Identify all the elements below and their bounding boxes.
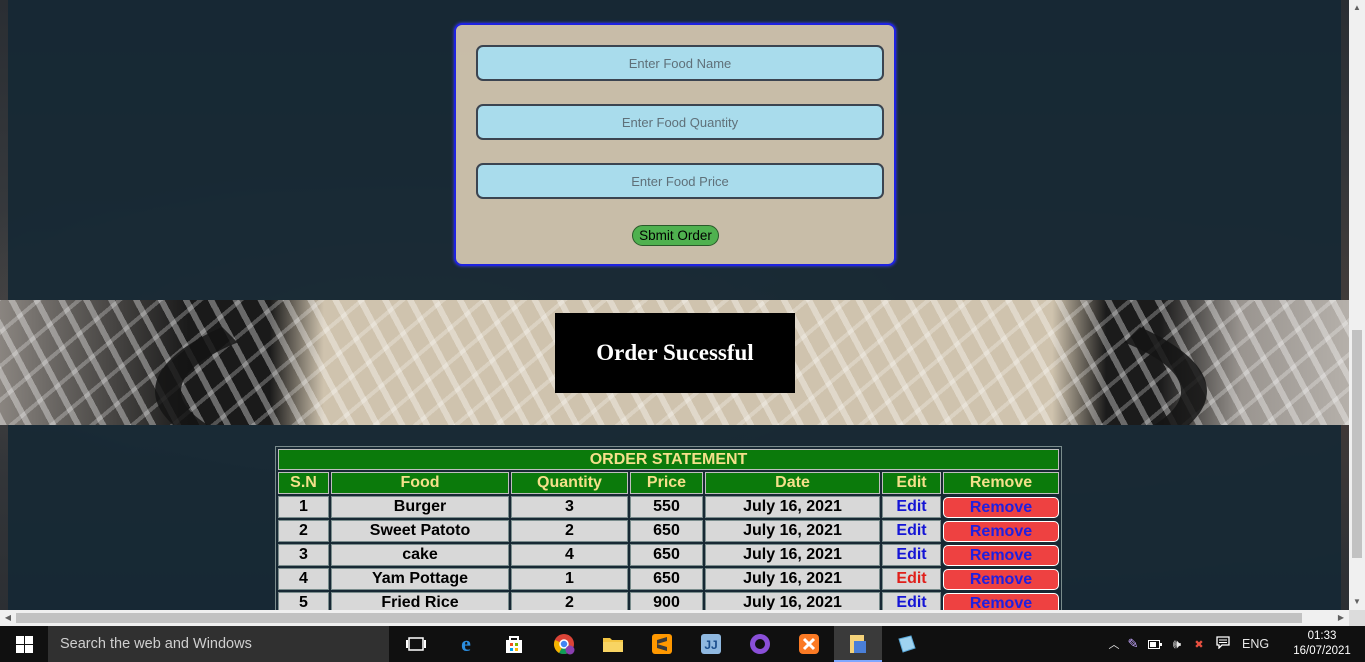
file-explorer-icon[interactable] (601, 632, 625, 656)
edit-link[interactable]: Edit (882, 544, 941, 566)
cell-food: Sweet Patoto (331, 520, 509, 542)
edge-icon[interactable]: e (454, 631, 478, 656)
vertical-scrollbar[interactable]: ▲ ▼ (1349, 0, 1365, 610)
action-center-icon[interactable] (1210, 636, 1236, 652)
edit-link[interactable]: Edit (882, 496, 941, 518)
order-form: Sbmit Order (454, 23, 896, 266)
cell-sn: 1 (278, 496, 329, 518)
cell-date: July 16, 2021 (705, 544, 880, 566)
cell-date: July 16, 2021 (705, 592, 880, 610)
remove-button[interactable]: Remove (943, 496, 1059, 518)
vertical-scroll-thumb[interactable] (1352, 330, 1362, 558)
edit-link[interactable]: Edit (882, 568, 941, 590)
header-remove: Remove (943, 472, 1059, 494)
task-view-icon[interactable] (404, 632, 428, 656)
header-price: Price (630, 472, 703, 494)
remove-cell: Remove (943, 592, 1059, 610)
table-header-row: S.N Food Quantity Price Date Edit Remove (278, 472, 1059, 494)
scroll-down-arrow-icon[interactable]: ▼ (1349, 594, 1365, 610)
windows-logo-icon (15, 635, 33, 653)
order-statement-table: ORDER STATEMENT S.N Food Quantity Price … (275, 446, 1062, 610)
remove-cell: Remove (943, 568, 1059, 590)
cell-quantity: 2 (511, 520, 628, 542)
header-date: Date (705, 472, 880, 494)
taskbar-search-box[interactable]: Search the web and Windows (48, 626, 389, 662)
language-indicator[interactable]: ENG (1242, 637, 1269, 651)
page-viewport: Sbmit Order Order Sucessful ORDER STATEM… (0, 0, 1349, 610)
volume-icon[interactable]: 🕪 (1166, 636, 1188, 652)
cell-price: 650 (630, 568, 703, 590)
table-row: 3 cake 4 650 July 16, 2021 Edit Remove (278, 544, 1059, 566)
github-desktop-icon[interactable] (748, 632, 772, 656)
clock-date: 16/07/2021 (1293, 645, 1351, 657)
cell-sn: 2 (278, 520, 329, 542)
remove-button[interactable]: Remove (943, 568, 1059, 590)
clock-time: 01:33 (1307, 630, 1337, 642)
table-row: 4 Yam Pottage 1 650 July 16, 2021 Edit R… (278, 568, 1059, 590)
chrome-icon[interactable] (552, 632, 576, 656)
header-food: Food (331, 472, 509, 494)
svg-text:JJ: JJ (704, 638, 717, 652)
food-price-input[interactable] (476, 163, 884, 199)
network-icon[interactable]: ✖ (1188, 638, 1210, 651)
edit-link[interactable]: Edit (882, 592, 941, 610)
cell-price: 550 (630, 496, 703, 518)
scrollbar-corner (1349, 610, 1365, 626)
cell-food: cake (331, 544, 509, 566)
remove-cell: Remove (943, 520, 1059, 542)
table-caption: ORDER STATEMENT (278, 449, 1059, 470)
cell-quantity: 3 (511, 496, 628, 518)
header-edit: Edit (882, 472, 941, 494)
battery-icon[interactable] (1144, 637, 1166, 652)
scroll-right-arrow-icon[interactable]: ▶ (1333, 610, 1349, 626)
windows-taskbar: Search the web and Windows e JJ ︿ ✎ 🕪 ✖ (0, 626, 1365, 662)
cell-price: 900 (630, 592, 703, 610)
system-tray: ︿ ✎ 🕪 ✖ ENG (1106, 626, 1270, 662)
submit-order-button[interactable]: Sbmit Order (632, 225, 719, 246)
cell-date: July 16, 2021 (705, 568, 880, 590)
header-sn: S.N (278, 472, 329, 494)
notepad-icon[interactable] (895, 632, 919, 656)
horizontal-scrollbar[interactable]: ◀ ▶ (0, 610, 1349, 626)
remove-button[interactable]: Remove (943, 544, 1059, 566)
header-quantity: Quantity (511, 472, 628, 494)
cell-price: 650 (630, 520, 703, 542)
horizontal-scroll-thumb[interactable] (16, 613, 1302, 623)
vscode-icon[interactable]: JJ (699, 632, 723, 656)
cell-sn: 3 (278, 544, 329, 566)
food-name-input[interactable] (476, 45, 884, 81)
remove-button[interactable]: Remove (943, 520, 1059, 542)
start-button[interactable] (0, 626, 48, 662)
table-row: 2 Sweet Patoto 2 650 July 16, 2021 Edit … (278, 520, 1059, 542)
order-success-message: Order Sucessful (555, 313, 795, 393)
remove-cell: Remove (943, 544, 1059, 566)
cell-date: July 16, 2021 (705, 520, 880, 542)
taskbar-clock[interactable]: 01:33 16/07/2021 (1285, 629, 1359, 659)
remove-cell: Remove (943, 496, 1059, 518)
store-icon[interactable] (502, 632, 526, 656)
show-hidden-icons-icon[interactable]: ︿ (1106, 636, 1122, 652)
table-row: 5 Fried Rice 2 900 July 16, 2021 Edit Re… (278, 592, 1059, 610)
remove-button[interactable]: Remove (943, 592, 1059, 610)
cell-sn: 4 (278, 568, 329, 590)
cell-quantity: 2 (511, 592, 628, 610)
pen-icon[interactable]: ✎ (1122, 636, 1144, 652)
cell-food: Burger (331, 496, 509, 518)
table-row: 1 Burger 3 550 July 16, 2021 Edit Remove (278, 496, 1059, 518)
scroll-up-arrow-icon[interactable]: ▲ (1349, 0, 1365, 16)
xampp-icon[interactable] (797, 632, 821, 656)
food-quantity-input[interactable] (476, 104, 884, 140)
cell-food: Fried Rice (331, 592, 509, 610)
file-manager-icon[interactable] (846, 632, 870, 656)
cell-food: Yam Pottage (331, 568, 509, 590)
cell-price: 650 (630, 544, 703, 566)
cell-sn: 5 (278, 592, 329, 610)
scroll-left-arrow-icon[interactable]: ◀ (0, 610, 16, 626)
cell-quantity: 4 (511, 544, 628, 566)
cell-date: July 16, 2021 (705, 496, 880, 518)
sublime-text-icon[interactable] (650, 632, 674, 656)
edit-link[interactable]: Edit (882, 520, 941, 542)
cell-quantity: 1 (511, 568, 628, 590)
